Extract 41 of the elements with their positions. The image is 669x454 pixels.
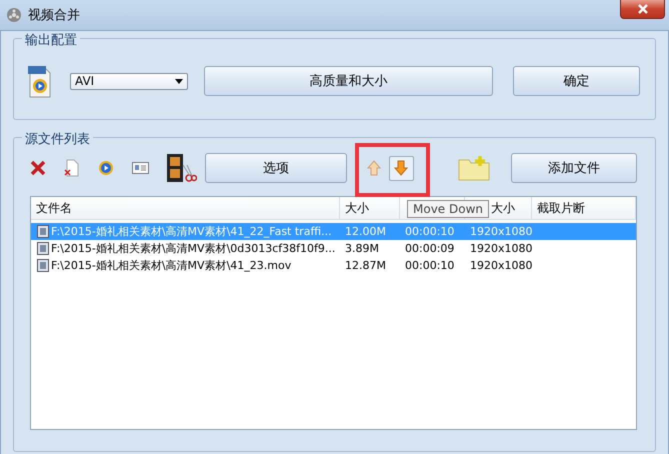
- film-reel-icon: [6, 7, 22, 23]
- file-row[interactable]: F:\2015-婚礼相关素材\高清MV素材\41_23.mov 12.87M 00:00:10 1920x1080: [31, 257, 636, 274]
- info-card-icon[interactable]: [132, 162, 149, 174]
- move-down-tooltip: Move Down: [407, 200, 489, 218]
- size-cell-text: 12.87M: [344, 259, 387, 272]
- duration-cell-text: 00:00:10: [404, 225, 456, 238]
- quality-button[interactable]: 高质量和大小: [204, 66, 493, 96]
- options-button[interactable]: 选项: [205, 153, 348, 183]
- close-icon: [636, 4, 648, 14]
- confirm-button[interactable]: 确定: [513, 66, 640, 96]
- film-file-icon: [37, 259, 49, 272]
- column-header[interactable]: 文件名: [31, 197, 340, 220]
- size-cell-text: 3.89M: [344, 242, 380, 255]
- avi-file-icon: [28, 64, 52, 98]
- film-scissors-icon[interactable]: [165, 153, 197, 183]
- resolution-cell-text: 1920x1080: [469, 259, 532, 272]
- caret-icon: [175, 78, 183, 84]
- file-name-cell: F:\2015-婚礼相关素材\高清MV素材\0d3013cf38f10f9...: [31, 241, 340, 256]
- duration-cell-text: 00:00:10: [404, 259, 456, 272]
- file-row[interactable]: F:\2015-婚礼相关素材\高清MV素材\0d3013cf38f10f9... 3.89M 00:00:09 1920x1080: [31, 240, 636, 257]
- column-header[interactable]: 截取片断: [532, 197, 636, 220]
- group-title: 输出配置: [22, 31, 80, 49]
- add-file-button[interactable]: 添加文件: [510, 153, 638, 183]
- move-down-button[interactable]: [389, 156, 414, 180]
- resolution-cell-text: 1920x1080: [469, 225, 532, 238]
- format-dropdown[interactable]: AVI: [70, 72, 188, 90]
- group-title: 源文件列表: [22, 130, 93, 148]
- remove-file-icon[interactable]: [64, 159, 80, 177]
- resolution-cell-text: 1920x1080: [469, 242, 532, 255]
- duration-cell-text: 00:00:09: [404, 242, 456, 255]
- close-button[interactable]: [620, 0, 665, 19]
- delete-icon[interactable]: [30, 160, 46, 176]
- film-file-icon: [37, 225, 49, 238]
- window-title: 视频合并: [28, 7, 81, 24]
- file-name-cell: F:\2015-婚礼相关素材\高清MV素材\41_22_Fast traffi...: [31, 224, 340, 239]
- column-header[interactable]: 大小: [340, 197, 400, 220]
- play-icon[interactable]: [98, 160, 114, 176]
- down-arrow-icon: [394, 160, 408, 176]
- file-name-cell: F:\2015-婚礼相关素材\高清MV素材\41_23.mov: [31, 258, 340, 273]
- size-cell-text: 12.00M: [344, 225, 387, 238]
- film-file-icon: [37, 242, 49, 255]
